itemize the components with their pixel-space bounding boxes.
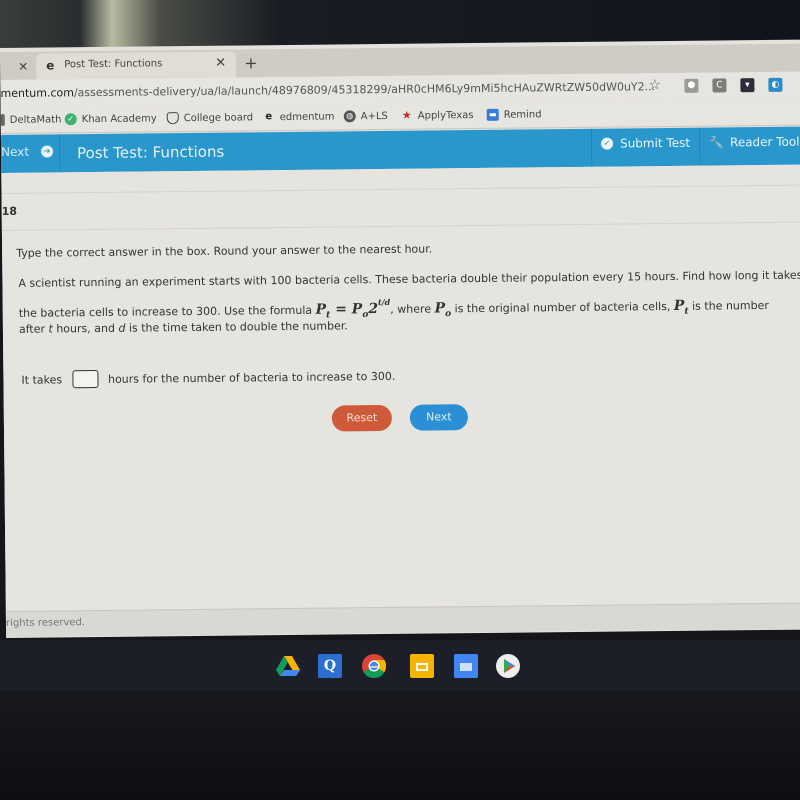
- bookmark-als[interactable]: ◍ A+LS: [343, 110, 388, 123]
- growth-formula: Pt = Po2t/d: [315, 296, 391, 321]
- play-store-icon[interactable]: [496, 654, 520, 678]
- slides-glyph: [416, 663, 428, 671]
- copyright-text: rights reserved.: [5, 617, 86, 629]
- test-title: Post Test: Functions: [77, 142, 225, 163]
- submit-test-label: Submit Test: [619, 135, 691, 151]
- text: is the original number of bacteria cells…: [454, 299, 671, 316]
- pt-symbol: Pt: [673, 297, 689, 317]
- question-content: 18 Type the correct answer in the box. R…: [1, 164, 800, 637]
- docs-glyph: [460, 663, 472, 671]
- check-circle-icon: ✓: [600, 137, 614, 150]
- bookmark-label: College board: [183, 111, 254, 124]
- deltamath-icon: [0, 113, 5, 126]
- bookmark-applytexas[interactable]: ★ ApplyTexas: [401, 109, 474, 122]
- bookmark-label: Khan Academy: [81, 112, 157, 125]
- text: is the time taken to double the number.: [128, 319, 348, 335]
- bookmark-label: edmentum: [279, 111, 335, 123]
- nav-next-label: Next: [1, 144, 30, 159]
- po-symbol: Po: [434, 300, 452, 320]
- question-text-line-3: after t hours, and d is the time taken t…: [19, 319, 348, 335]
- khan-academy-icon: ✓: [64, 113, 77, 126]
- new-tab-button[interactable]: +: [244, 53, 258, 72]
- question-text-line-2: the bacteria cells to increase to 300. U…: [19, 293, 769, 324]
- previous-tab-close-icon[interactable]: ✕: [18, 60, 28, 74]
- tab-close-icon[interactable]: ✕: [215, 56, 226, 71]
- c-extension-icon[interactable]: C: [712, 78, 727, 93]
- variable-d: d: [118, 321, 126, 335]
- star-icon: ★: [401, 108, 412, 122]
- question-number: 18: [1, 204, 18, 218]
- bookmark-college-board[interactable]: College board: [166, 111, 254, 125]
- arrow-right-circle-icon: ➜: [40, 145, 54, 158]
- wrench-icon: 🔧: [708, 135, 725, 150]
- url-host: mentum.com: [0, 86, 74, 100]
- remind-icon: ▬: [486, 108, 499, 121]
- text: the bacteria cells to increase to 300. U…: [18, 303, 313, 320]
- edmentum-icon: e: [265, 111, 273, 123]
- google-drive-icon[interactable]: [276, 654, 300, 678]
- quizlet-icon[interactable]: Q: [318, 654, 342, 678]
- college-board-icon: [166, 112, 179, 125]
- globe-icon: ◍: [343, 110, 356, 123]
- nav-divider: [698, 127, 701, 166]
- tab-title: Post Test: Functions: [64, 58, 163, 71]
- tab-post-test[interactable]: e Post Test: Functions ✕: [36, 51, 237, 80]
- bookmark-deltamath[interactable]: DeltaMath: [0, 113, 62, 126]
- monitor-bezel-bottom: [0, 690, 800, 800]
- bookmark-star-icon[interactable]: ☆: [648, 77, 661, 93]
- puzzle-extension-icon[interactable]: ⬢: [684, 78, 699, 93]
- question-number-bar: 18: [1, 184, 800, 231]
- question-text-line-1: A scientist running an experiment starts…: [18, 268, 800, 290]
- text: , where: [390, 302, 432, 316]
- bookmark-label: A+LS: [360, 110, 388, 122]
- reader-tool-label: Reader Tool: [729, 134, 800, 150]
- bookmark-remind[interactable]: ▬ Remind: [486, 108, 542, 121]
- edmentum-favicon-icon: e: [46, 58, 55, 73]
- nav-divider: [590, 128, 593, 167]
- next-button[interactable]: Next: [409, 404, 469, 431]
- answer-input[interactable]: [71, 369, 99, 389]
- os-shelf: Q: [0, 640, 800, 690]
- question-instruction: Type the correct answer in the box. Roun…: [16, 242, 433, 260]
- bookmark-edmentum[interactable]: e edmentum: [263, 111, 335, 124]
- reset-button[interactable]: Reset: [331, 404, 393, 432]
- answer-prefix: It takes: [21, 372, 63, 387]
- download-extension-icon[interactable]: ▾: [740, 78, 755, 93]
- google-docs-icon[interactable]: [454, 654, 478, 678]
- url-field[interactable]: mentum.com/assessments-delivery/ua/la/la…: [0, 80, 655, 100]
- text: hours, and: [56, 321, 115, 336]
- blue-extension-icon[interactable]: ◐: [768, 77, 783, 92]
- nav-divider: [58, 134, 61, 173]
- bookmark-khan-academy[interactable]: ✓ Khan Academy: [64, 112, 157, 126]
- submit-test-button[interactable]: ✓ Submit Test: [600, 135, 691, 151]
- url-path: /assessments-delivery/ua/la/launch/48976…: [73, 80, 656, 100]
- bookmark-label: Remind: [503, 108, 542, 121]
- text: after: [18, 322, 46, 336]
- chrome-active-indicator: [370, 666, 378, 668]
- answer-row: It takes hours for the number of bacteri…: [21, 367, 395, 389]
- google-slides-icon[interactable]: [410, 654, 434, 678]
- text: is the number: [692, 298, 769, 313]
- nav-next-button[interactable]: Next ➜: [1, 144, 54, 159]
- bookmark-label: ApplyTexas: [417, 109, 474, 122]
- answer-suffix: hours for the number of bacteria to incr…: [107, 369, 396, 386]
- reader-tool-button[interactable]: 🔧 Reader Tool: [709, 135, 800, 150]
- browser-screen: ✕ e Post Test: Functions ✕ + mentum.com/…: [0, 39, 800, 638]
- bookmark-label: DeltaMath: [9, 113, 62, 126]
- variable-t: t: [48, 322, 53, 336]
- page-footer: rights reserved.: [5, 602, 800, 637]
